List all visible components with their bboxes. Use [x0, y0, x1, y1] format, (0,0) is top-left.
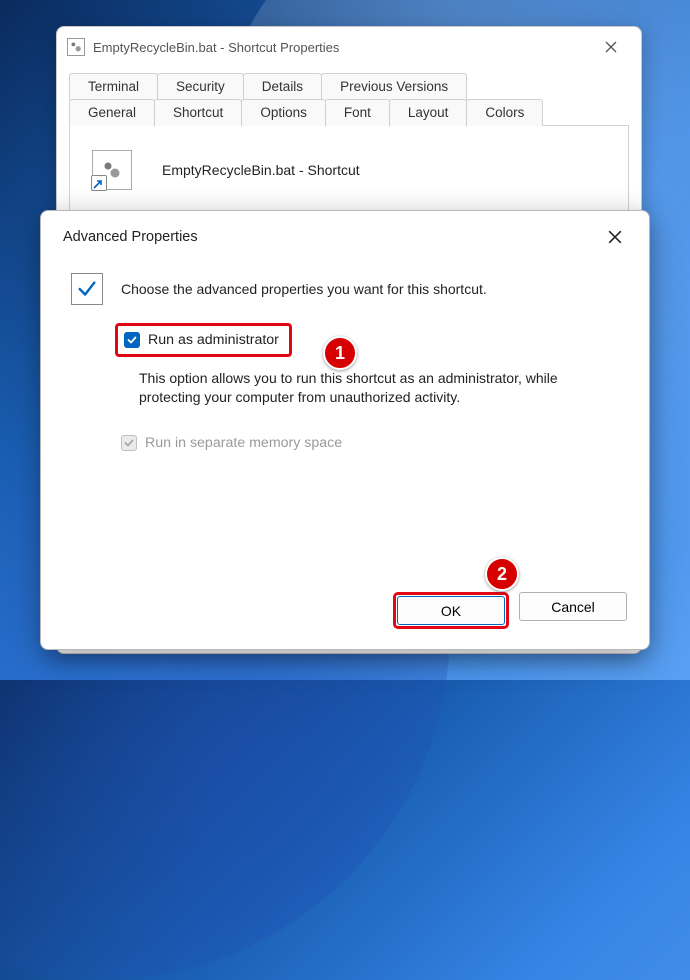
run-separate-memory-option: Run in separate memory space — [121, 435, 627, 451]
tab-details[interactable]: Details — [243, 73, 322, 100]
tab-font[interactable]: Font — [325, 99, 390, 126]
tab-shortcut[interactable]: Shortcut — [154, 99, 242, 126]
ok-button[interactable]: OK — [397, 596, 505, 625]
shortcut-name: EmptyRecycleBin.bat - Shortcut — [162, 162, 360, 178]
callout-1: 1 — [323, 336, 357, 370]
advanced-properties-dialog: Advanced Properties Choose the advanced … — [40, 210, 650, 650]
run-as-admin-description: This option allows you to run this short… — [139, 369, 575, 407]
tab-security[interactable]: Security — [157, 73, 244, 100]
run-as-admin-checkbox[interactable] — [124, 332, 140, 348]
tab-options[interactable]: Options — [241, 99, 326, 126]
tab-layout[interactable]: Layout — [389, 99, 468, 126]
callout-2: 2 — [485, 557, 519, 591]
shortcut-file-icon — [92, 150, 132, 190]
dialog-title: Advanced Properties — [63, 229, 198, 245]
titlebar[interactable]: EmptyRecycleBin.bat - Shortcut Propertie… — [57, 27, 641, 67]
run-as-admin-label: Run as administrator — [148, 332, 279, 348]
tab-terminal[interactable]: Terminal — [69, 73, 158, 100]
run-as-administrator-option[interactable]: Run as administrator — [115, 323, 292, 357]
run-separate-memory-label: Run in separate memory space — [145, 435, 342, 451]
tab-colors[interactable]: Colors — [466, 99, 543, 126]
close-button[interactable] — [591, 32, 631, 62]
file-icon — [67, 38, 85, 56]
dialog-buttons: OK Cancel — [393, 592, 627, 629]
dialog-intro-text: Choose the advanced properties you want … — [121, 281, 487, 297]
ok-button-highlight: OK — [393, 592, 509, 629]
tab-previous-versions[interactable]: Previous Versions — [321, 73, 467, 100]
window-title: EmptyRecycleBin.bat - Shortcut Propertie… — [93, 40, 339, 55]
run-separate-memory-checkbox — [121, 435, 137, 451]
cancel-button[interactable]: Cancel — [519, 592, 627, 621]
checkmark-icon — [71, 273, 103, 305]
dialog-close-button[interactable] — [603, 225, 627, 249]
tab-general[interactable]: General — [69, 99, 155, 126]
